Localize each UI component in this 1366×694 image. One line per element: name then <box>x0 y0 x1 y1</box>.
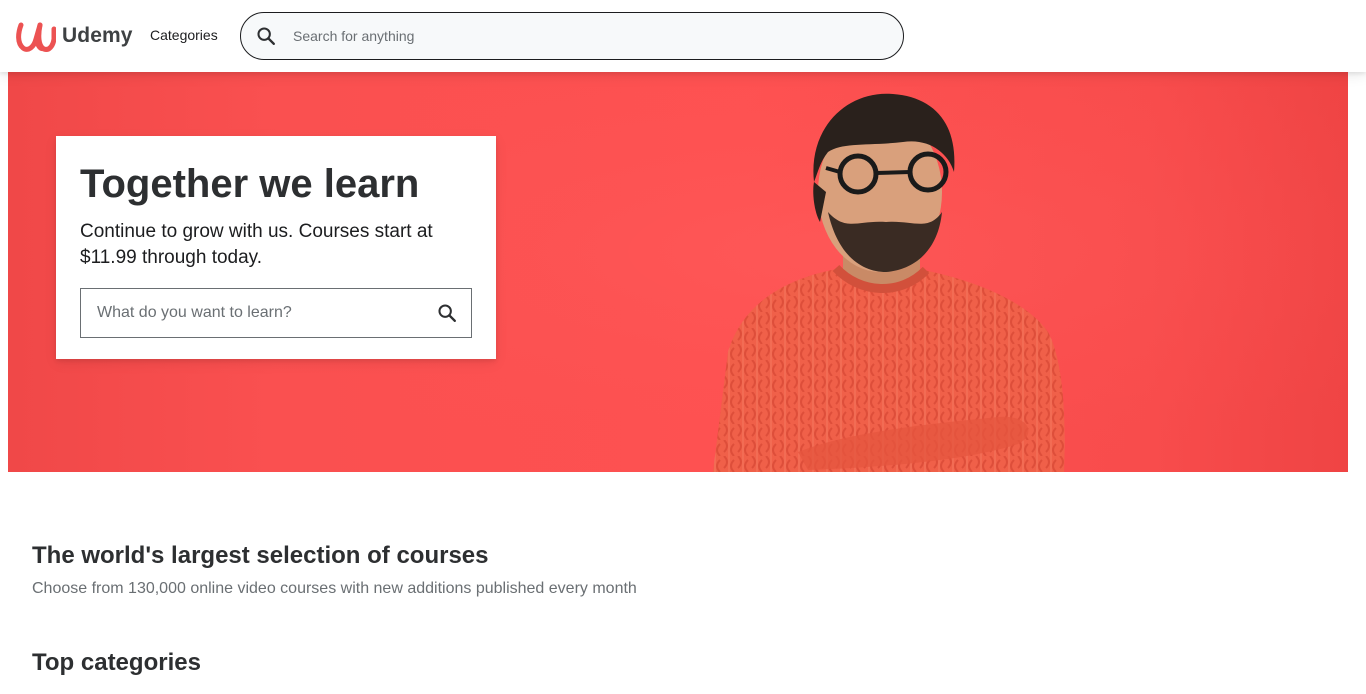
udemy-logo[interactable]: Udemy <box>16 18 133 54</box>
top-categories-title: Top categories <box>32 649 201 676</box>
categories-menu[interactable]: Categories <box>150 27 218 43</box>
courses-selection-subtitle: Choose from 130,000 online video courses… <box>32 580 637 597</box>
header-search-bar[interactable] <box>240 12 904 60</box>
hero-banner: Together we learn Continue to grow with … <box>8 72 1348 472</box>
courses-selection-title: The world's largest selection of courses <box>32 542 489 569</box>
hero-search-input[interactable] <box>81 289 423 337</box>
logo-wordmark: Udemy <box>62 24 133 47</box>
hero-search-button[interactable] <box>423 289 471 337</box>
header-search-input[interactable] <box>293 13 903 59</box>
hero-subtitle: Continue to grow with us. Courses start … <box>80 221 433 268</box>
hero-search-box[interactable] <box>80 288 472 338</box>
hero-card: Together we learn Continue to grow with … <box>56 136 496 359</box>
search-icon[interactable] <box>255 25 277 47</box>
top-navigation: Udemy Categories <box>0 0 1366 72</box>
search-icon <box>438 304 456 322</box>
udemy-logo-icon <box>16 22 56 52</box>
hero-title: Together we learn <box>80 162 420 206</box>
